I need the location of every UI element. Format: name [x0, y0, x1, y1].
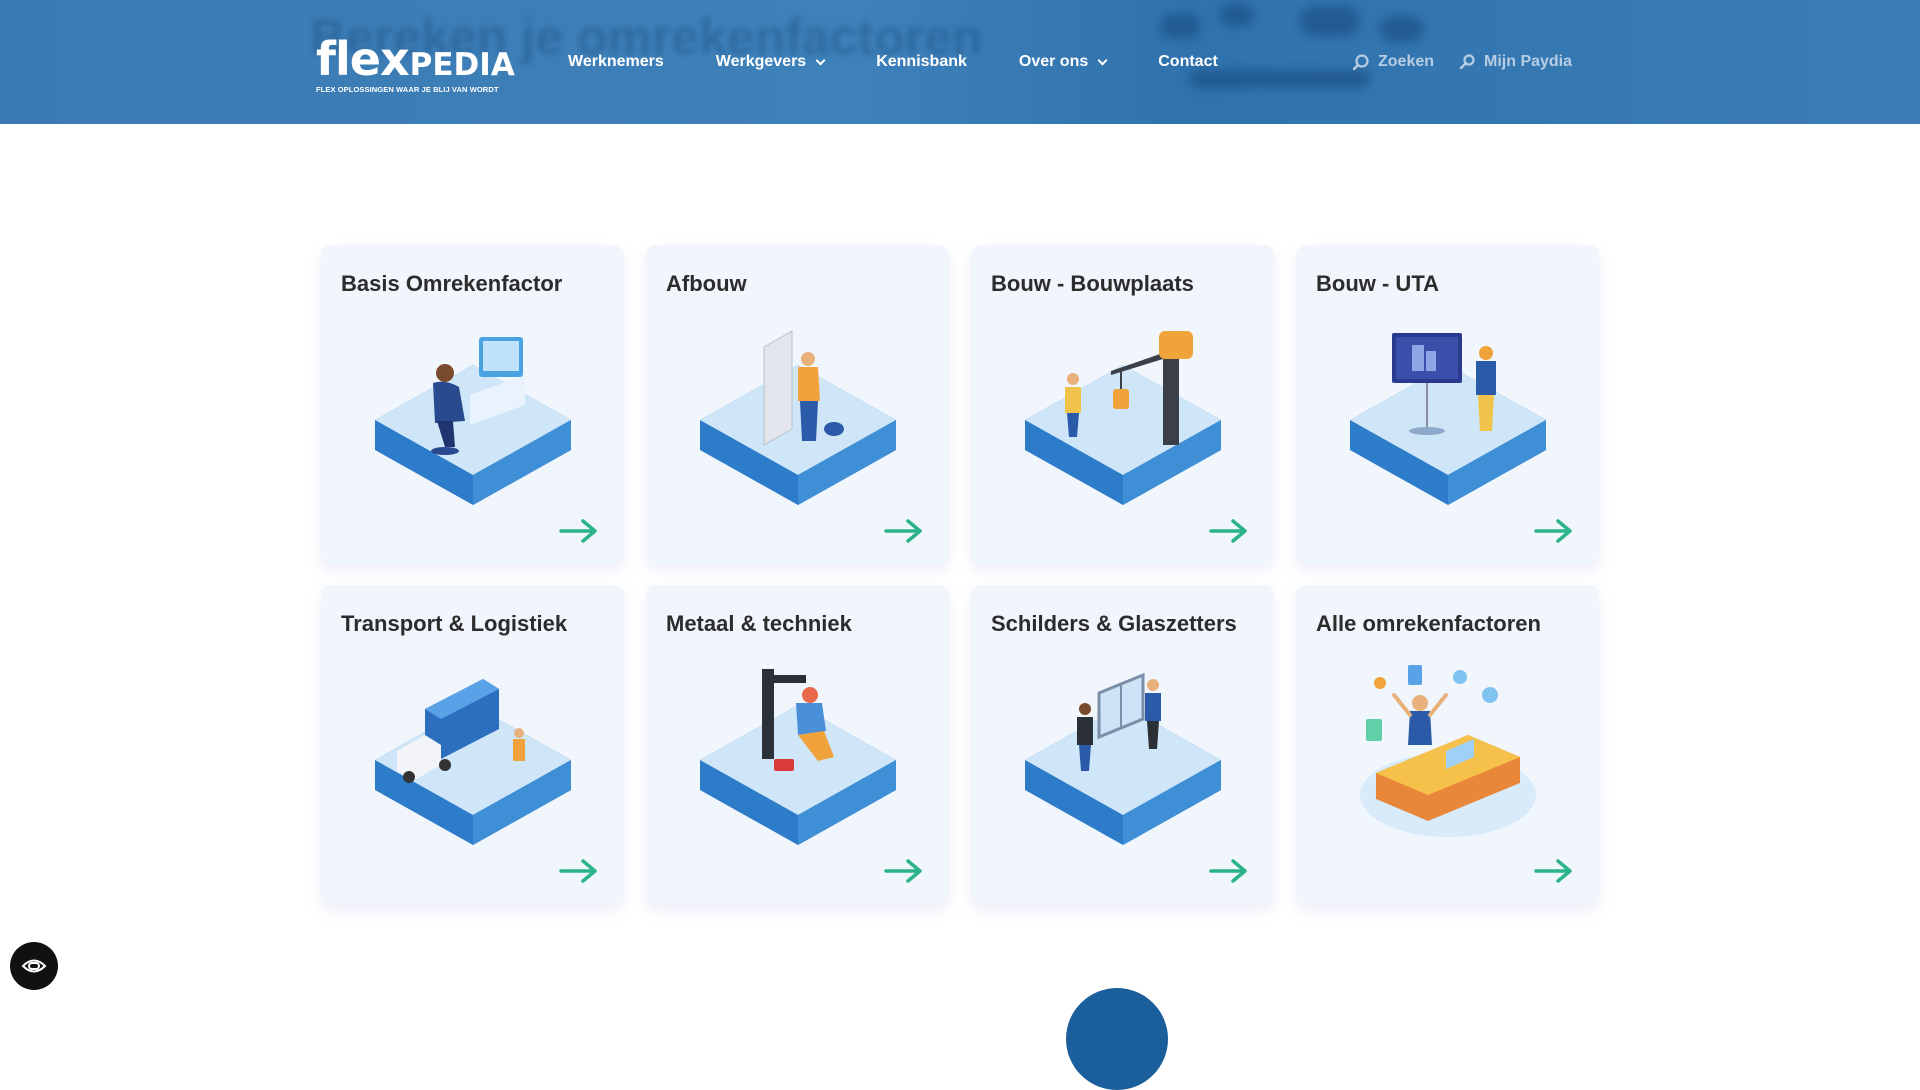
chevron-down-icon [1097, 55, 1108, 65]
truck-illustration [375, 679, 571, 845]
arrow-right-icon [559, 519, 597, 543]
arrow-right-icon [1209, 859, 1247, 883]
office-worker-illustration [375, 337, 571, 505]
logo-tagline: FLEX OPLOSSINGEN WAAR JE BLIJ VAN WORDT [316, 85, 499, 94]
plasterer-illustration [700, 330, 896, 505]
card-basis-omrekenfactor[interactable]: Basis Omrekenfactor [321, 245, 624, 565]
logo-wordmark-flex: flex [316, 32, 410, 86]
arrow-right-icon [884, 859, 922, 883]
nav-over-ons[interactable]: Over ons [1018, 53, 1108, 71]
nav-label: Werkgevers [715, 53, 807, 70]
card-title: Basis Omrekenfactor [341, 271, 563, 296]
arrow-right-icon [559, 859, 597, 883]
nav-label: Werknemers [568, 53, 664, 70]
nav-werkgevers[interactable]: Werkgevers [715, 53, 826, 71]
logo-wordmark-pedia: PEDIA [409, 47, 515, 83]
search-icon [1352, 54, 1369, 71]
card-title: Schilders & Glaszetters [991, 611, 1237, 636]
account-label: Mijn Paydia [1484, 53, 1573, 70]
dashboard-illustration [1360, 665, 1536, 837]
section-decoration-circle [1066, 988, 1168, 1090]
flexpedia-logo[interactable]: flex PEDIA FLEX OPLOSSINGEN WAAR JE BLIJ… [316, 36, 515, 94]
nav-werknemers[interactable]: Werknemers [568, 53, 664, 71]
glazier-illustration [1025, 672, 1221, 845]
card-bouw-bouwplaats[interactable]: Bouw - Bouwplaats [971, 245, 1274, 565]
nav-kennisbank[interactable]: Kennisbank [876, 53, 967, 71]
card-bouw-uta[interactable]: Bouw - UTA [1296, 245, 1599, 565]
card-title: Metaal & techniek [666, 611, 852, 636]
nav-contact[interactable]: Contact [1158, 53, 1218, 71]
arrow-right-icon [1534, 859, 1572, 883]
card-title: Transport & Logistiek [341, 611, 568, 636]
presentation-board-illustration [1350, 333, 1546, 505]
arrow-right-icon [1534, 519, 1572, 543]
card-alle-omrekenfactoren[interactable]: Alle omrekenfactoren [1296, 585, 1599, 905]
card-metaal-techniek[interactable]: Metaal & techniek [646, 585, 949, 905]
accessibility-icon [21, 959, 47, 973]
welder-illustration [700, 669, 896, 845]
key-icon [1459, 54, 1475, 70]
arrow-right-icon [1209, 519, 1247, 543]
accessibility-button[interactable] [10, 942, 58, 990]
search-button[interactable]: Zoeken [1352, 0, 1434, 124]
chevron-down-icon [815, 55, 826, 65]
card-afbouw[interactable]: Afbouw [646, 245, 949, 565]
nav-label: Kennisbank [876, 53, 967, 70]
card-title: Alle omrekenfactoren [1316, 611, 1541, 636]
crane-illustration [1025, 331, 1221, 505]
arrow-right-icon [884, 519, 922, 543]
card-schilders-glaszetters[interactable]: Schilders & Glaszetters [971, 585, 1274, 905]
search-label: Zoeken [1378, 53, 1435, 70]
card-title: Bouw - Bouwplaats [991, 271, 1194, 296]
nav-label: Contact [1158, 53, 1218, 70]
card-title: Afbouw [666, 271, 747, 296]
main-navigation: Werknemers Werkgevers Kennisbank Over on… [568, 0, 1218, 124]
site-header: Bereken je omrekenfactoren flex PEDIA FL… [0, 0, 1920, 124]
nav-label: Over ons [1018, 53, 1089, 70]
account-link[interactable]: Mijn Paydia [1458, 0, 1572, 124]
card-transport-logistiek[interactable]: Transport & Logistiek [321, 585, 624, 905]
card-title: Bouw - UTA [1316, 271, 1440, 296]
